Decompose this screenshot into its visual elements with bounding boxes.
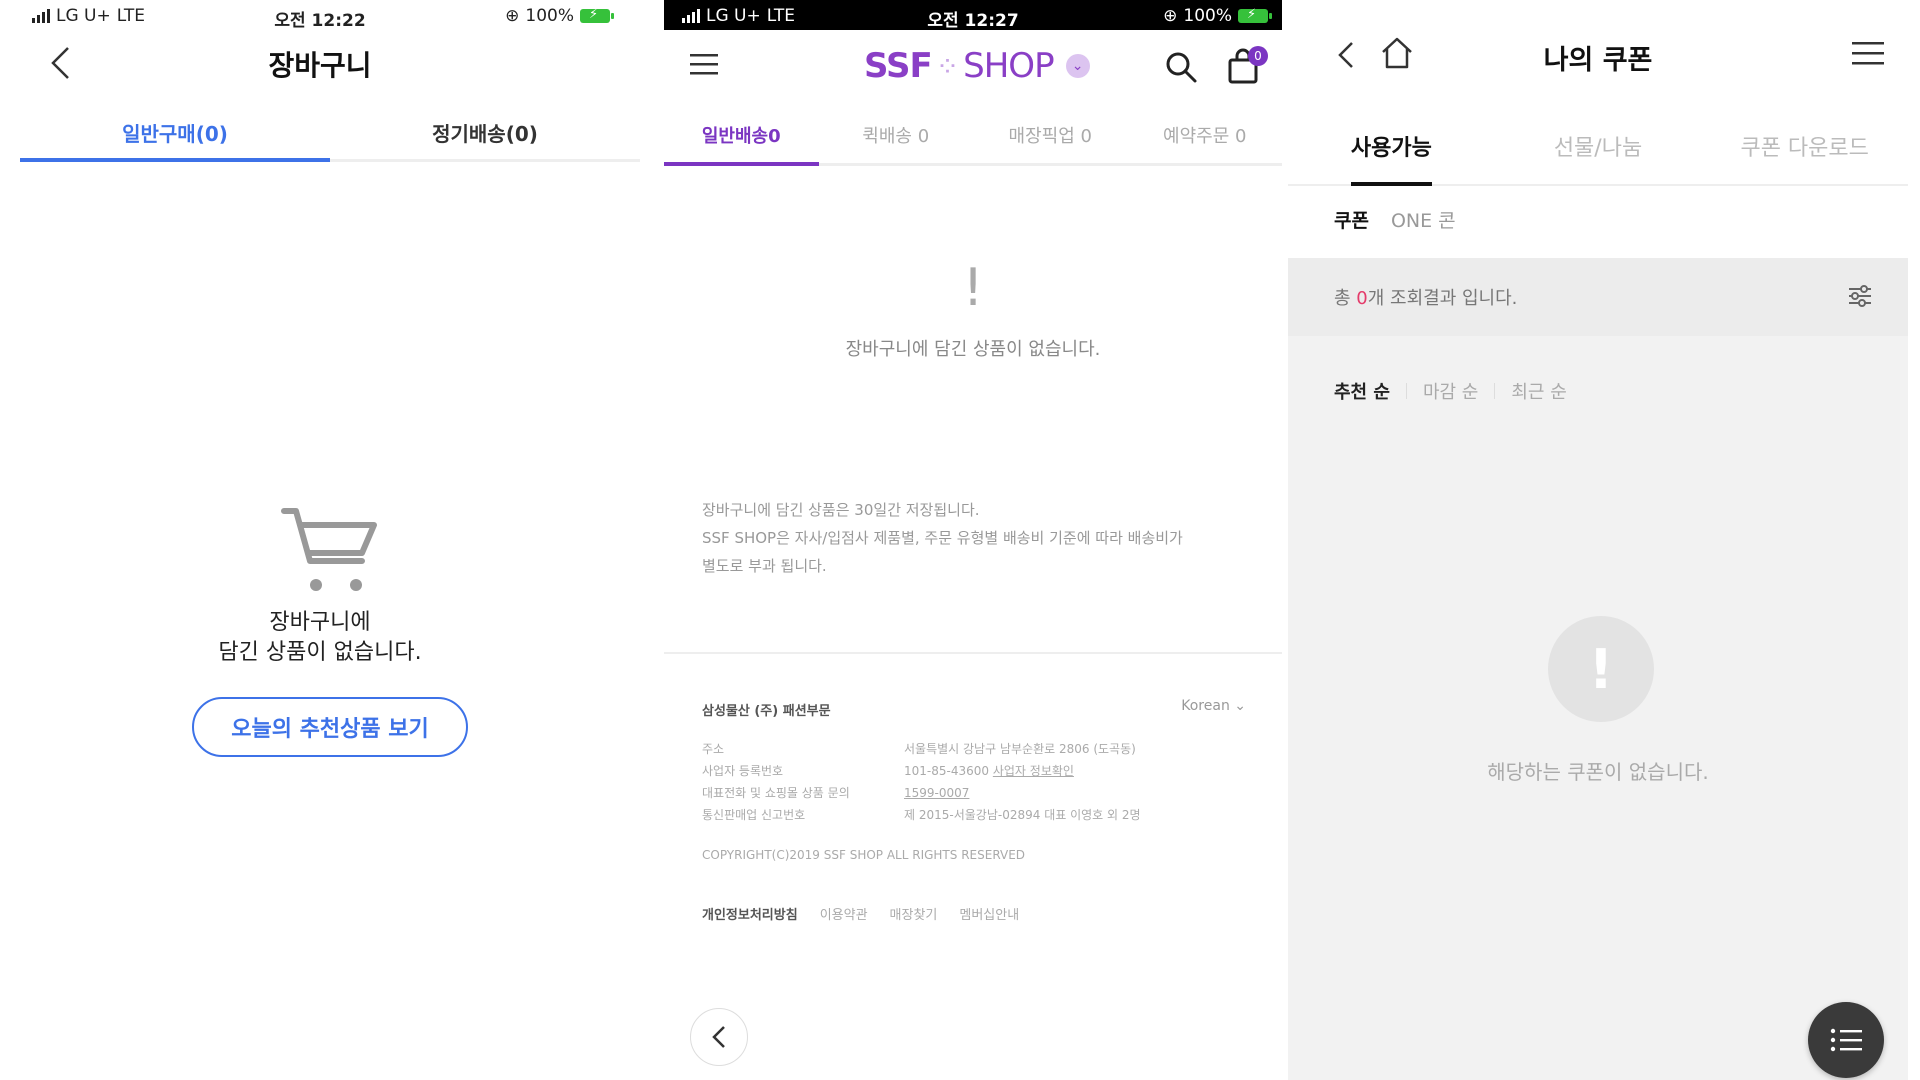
chevron-down-icon[interactable]: ⌄	[1065, 54, 1090, 78]
language-select[interactable]: Korean ⌄	[1181, 698, 1246, 714]
coupon-subtabs: 쿠폰 ONE 콘	[1334, 206, 1456, 233]
tab-regular-delivery[interactable]: 정기배송(0)	[330, 110, 640, 159]
tab-general-purchase[interactable]: 일반구매(0)	[20, 110, 330, 162]
info-value: 서울특별시 강남구 남부순환로 2806 (도곡동)	[904, 742, 1136, 756]
battery-icon: ⚡	[580, 7, 614, 23]
logo-shop-text: SHOP	[963, 46, 1054, 86]
terms-link[interactable]: 이용약관	[820, 904, 868, 923]
shopping-cart-icon	[281, 508, 377, 591]
empty-line-1: 장바구니에	[269, 610, 371, 635]
info-label: 대표전화 및 쇼핑몰 상품 문의	[702, 786, 850, 800]
company-name: 삼성물산 (주) 패션부문	[702, 704, 831, 719]
empty-cart-message: 장바구니에 담긴 상품이 없습니다.	[845, 339, 1101, 360]
recommend-products-button[interactable]: 오늘의 추천상품 보기	[192, 697, 468, 757]
sort-divider	[1494, 383, 1496, 399]
info-label: 사업자 등록번호	[702, 764, 784, 778]
coupon-tabs: 사용가능 선물/나눔 쿠폰 다운로드	[1288, 120, 1908, 186]
filter-settings-icon[interactable]	[1846, 282, 1874, 310]
footer-divider	[664, 652, 1282, 654]
chevron-down-icon: ⌄	[1234, 698, 1246, 714]
cart-tabs: 일반구매(0) 정기배송(0)	[20, 110, 640, 162]
battery-percent: 100%	[1183, 6, 1232, 26]
page-title: 나의 쿠폰	[1543, 45, 1653, 76]
count-suffix: 개 조회결과 입니다.	[1367, 288, 1518, 309]
bag-count-badge: 0	[1248, 46, 1268, 66]
exclamation-icon: !	[1548, 616, 1654, 722]
hamburger-menu-icon[interactable]	[1852, 40, 1884, 66]
language-label: Korean	[1181, 698, 1230, 714]
tab-label: 쿠폰 다운로드	[1740, 136, 1869, 161]
empty-cart-message: 장바구니에 담긴 상품이 없습니다.	[0, 608, 640, 668]
status-bar: LG U+ LTE 오전 12:27 ⊕ 100% ⚡	[664, 0, 1282, 31]
logo-dots-icon: ⁘	[935, 49, 960, 83]
info-row-mail-order: 통신판매업 신고번호 제 2015-서울강남-02894 대표 이영호 외 2명	[702, 804, 1141, 826]
subtab-one-con[interactable]: ONE 콘	[1391, 206, 1456, 233]
sort-recent[interactable]: 최근 순	[1511, 378, 1566, 404]
count-value: 0	[1356, 288, 1368, 309]
tab-quick-delivery[interactable]: 퀵배송 0	[819, 112, 974, 163]
orientation-lock-icon: ⊕	[505, 6, 520, 26]
screenshot-stage: LG U+ LTE 오전 12:22 ⊕ 100% ⚡ 장바구니 일반구매(0)…	[0, 0, 1920, 1080]
status-bar: LG U+ LTE 오전 12:22 ⊕ 100% ⚡	[0, 0, 640, 31]
tab-normal-delivery[interactable]: 일반배송0	[664, 112, 819, 166]
empty-coupon-message: 해당하는 쿠폰이 없습니다.	[1487, 760, 1709, 784]
result-count: 총 0개 조회결과 입니다.	[1334, 284, 1517, 310]
count-prefix: 총	[1334, 288, 1357, 309]
sort-recommended[interactable]: 추천 순	[1334, 378, 1390, 404]
orientation-lock-icon: ⊕	[1163, 6, 1178, 26]
page-title: 장바구니	[268, 49, 372, 82]
cart-screen: LG U+ LTE 오전 12:22 ⊕ 100% ⚡ 장바구니 일반구매(0)…	[0, 0, 640, 1080]
search-icon[interactable]	[1164, 50, 1198, 84]
back-button[interactable]	[690, 1008, 748, 1066]
coupon-screen: 나의 쿠폰 사용가능 선물/나눔 쿠폰 다운로드 쿠폰 ONE 콘 총 0개 조…	[1288, 0, 1908, 1080]
empty-line-2: 담긴 상품이 없습니다.	[218, 640, 422, 665]
tab-available[interactable]: 사용가능	[1288, 120, 1495, 186]
tab-store-pickup[interactable]: 매장픽업 0	[973, 112, 1128, 163]
info-row-business-number: 사업자 등록번호 101-85-43600 사업자 정보확인	[702, 760, 1141, 782]
tab-reservation-order[interactable]: 예약주문 0	[1128, 112, 1283, 163]
tab-gift-share[interactable]: 선물/나눔	[1495, 120, 1702, 184]
logo-ssf-text: SSF	[864, 46, 933, 86]
info-row-phone: 대표전화 및 쇼핑몰 상품 문의 1599-0007	[702, 782, 1141, 804]
battery-icon: ⚡	[1238, 7, 1272, 23]
sort-options: 추천 순 마감 순 최근 순	[1334, 378, 1567, 404]
store-finder-link[interactable]: 매장찾기	[890, 904, 938, 923]
info-row-address: 주소 서울특별시 강남구 남부순환로 2806 (도곡동)	[702, 738, 1141, 760]
footer-links: 개인정보처리방침 이용약관 매장찾기 멤버십안내	[702, 904, 1019, 923]
sort-divider	[1405, 383, 1407, 399]
notice-line-1: 장바구니에 담긴 상품은 30일간 저장됩니다.	[702, 501, 980, 519]
tab-label: 사용가능	[1350, 130, 1432, 186]
exclamation-icon: !	[962, 258, 984, 318]
business-info-link[interactable]: 사업자 정보확인	[993, 764, 1074, 778]
list-icon	[1830, 1028, 1862, 1052]
tab-label: 선물/나눔	[1553, 136, 1643, 161]
info-label: 주소	[702, 742, 725, 756]
info-label: 통신판매업 신고번호	[702, 808, 806, 822]
company-info: 주소 서울특별시 강남구 남부순환로 2806 (도곡동) 사업자 등록번호 1…	[702, 738, 1141, 826]
privacy-policy-link[interactable]: 개인정보처리방침	[702, 904, 798, 923]
sort-deadline[interactable]: 마감 순	[1423, 378, 1478, 404]
ssf-shop-logo[interactable]: SSF ⁘ SHOP ⌄	[864, 46, 1090, 86]
notice-line-3: 별도로 부과 됩니다.	[702, 557, 827, 575]
cart-notice: 장바구니에 담긴 상품은 30일간 저장됩니다. SSF SHOP은 자사/입점…	[702, 496, 1242, 580]
battery-percent: 100%	[525, 6, 574, 26]
copyright-text: COPYRIGHT(C)2019 SSF SHOP ALL RIGHTS RES…	[702, 848, 1026, 862]
notice-line-2: SSF SHOP은 자사/입점사 제품별, 주문 유형별 배송비 기준에 따라 …	[702, 529, 1183, 547]
chevron-left-icon	[712, 1026, 725, 1048]
tab-coupon-download[interactable]: 쿠폰 다운로드	[1701, 120, 1908, 184]
ssf-cart-screen: LG U+ LTE 오전 12:27 ⊕ 100% ⚡ SSF ⁘ SHOP ⌄	[664, 0, 1282, 1080]
phone-link[interactable]: 1599-0007	[904, 786, 969, 800]
info-value: 101-85-43600	[904, 764, 990, 778]
subtab-coupon[interactable]: 쿠폰	[1334, 206, 1369, 233]
hamburger-menu-icon[interactable]	[690, 52, 718, 76]
delivery-tabs: 일반배송0 퀵배송 0 매장픽업 0 예약주문 0	[664, 112, 1282, 166]
list-menu-button[interactable]	[1808, 1002, 1884, 1078]
membership-link[interactable]: 멤버십안내	[959, 904, 1019, 923]
info-value: 제 2015-서울강남-02894 대표 이영호 외 2명	[904, 808, 1141, 822]
